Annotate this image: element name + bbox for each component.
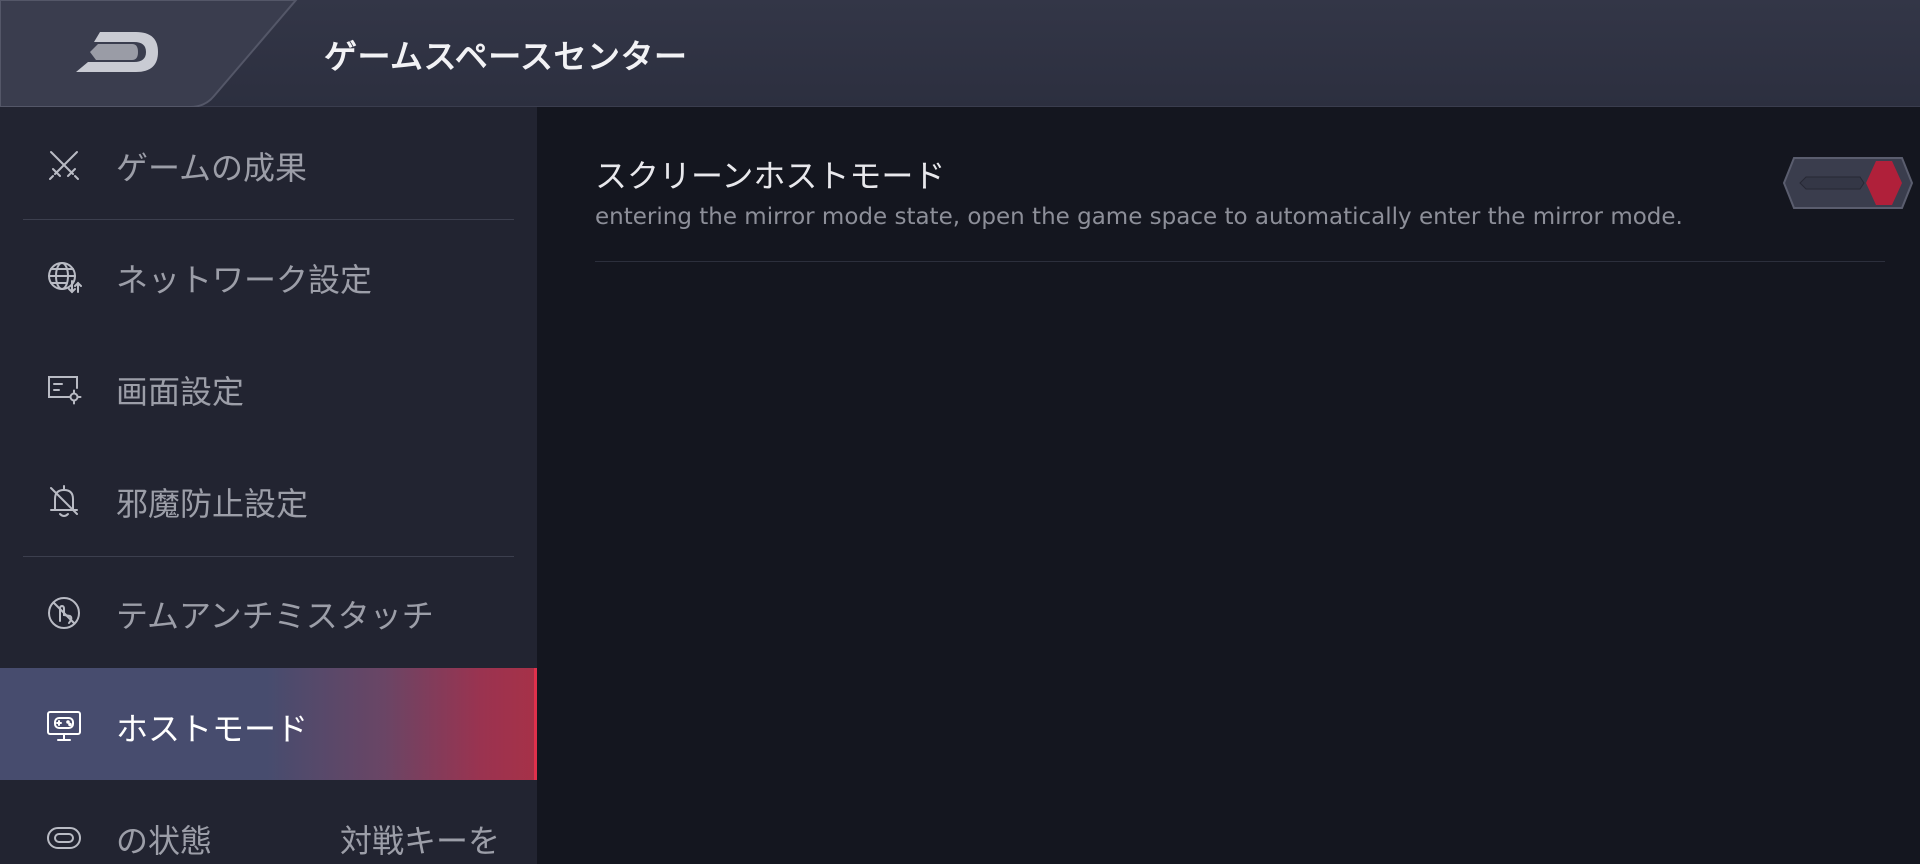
- page-title: ゲームスペースセンター: [324, 37, 688, 76]
- monitor-gamepad-icon: [47, 711, 81, 741]
- sidebar-item-label: テムアンチミスタッチ: [116, 597, 434, 635]
- sidebar-item-do-not-disturb[interactable]: 邪魔防止設定: [0, 443, 537, 555]
- sidebar-item-extra-label: 対戦キーを: [340, 822, 501, 860]
- game-space-center: ゲームスペースセンター ゲームの成果 ネットワーク設定 画面設定 邪魔防止設定 …: [0, 0, 1920, 864]
- sidebar-item-anti-mistouch[interactable]: テムアンチミスタッチ: [0, 555, 537, 667]
- display-settings-icon: [48, 376, 82, 405]
- sidebar-item-label: ゲームの成果: [116, 149, 308, 187]
- touch-block-icon: [48, 597, 80, 629]
- setting-description: entering the mirror mode state, open the…: [595, 204, 1683, 230]
- sidebar-item-label: 画面設定: [116, 373, 245, 411]
- back-button[interactable]: [0, 0, 300, 107]
- header-bar: ゲームスペースセンター: [0, 0, 1920, 107]
- capsule-key-icon: [47, 827, 81, 849]
- sidebar: ゲームの成果 ネットワーク設定 画面設定 邪魔防止設定 テムアンチミスタッチ ホ…: [0, 107, 537, 864]
- sidebar-item-label: ネットワーク設定: [116, 261, 373, 299]
- sidebar-item-host-mode[interactable]: ホストモード: [0, 668, 537, 780]
- sidebar-item-label: 邪魔防止設定: [116, 485, 309, 523]
- screen-host-mode-toggle[interactable]: [1782, 155, 1914, 211]
- crossed-swords-icon: [49, 151, 79, 180]
- globe-network-icon: [48, 262, 82, 294]
- main-content: スクリーンホストモード entering the mirror mode sta…: [537, 107, 1920, 864]
- setting-title: スクリーンホストモード: [595, 157, 946, 195]
- sidebar-item-label: の状態: [116, 822, 213, 860]
- sidebar-item-game-achievements[interactable]: ゲームの成果: [0, 107, 537, 219]
- sidebar-item-display-settings[interactable]: 画面設定: [0, 331, 537, 443]
- sidebar-item-label: ホストモード: [116, 710, 309, 748]
- bell-off-icon: [50, 485, 78, 517]
- sidebar-item-network-settings[interactable]: ネットワーク設定: [0, 219, 537, 331]
- sidebar-item-battle-key-status[interactable]: の状態 対戦キーを: [0, 780, 537, 864]
- back-logo-icon: [76, 32, 158, 72]
- setting-row-screen-host-mode: スクリーンホストモード entering the mirror mode sta…: [595, 107, 1914, 262]
